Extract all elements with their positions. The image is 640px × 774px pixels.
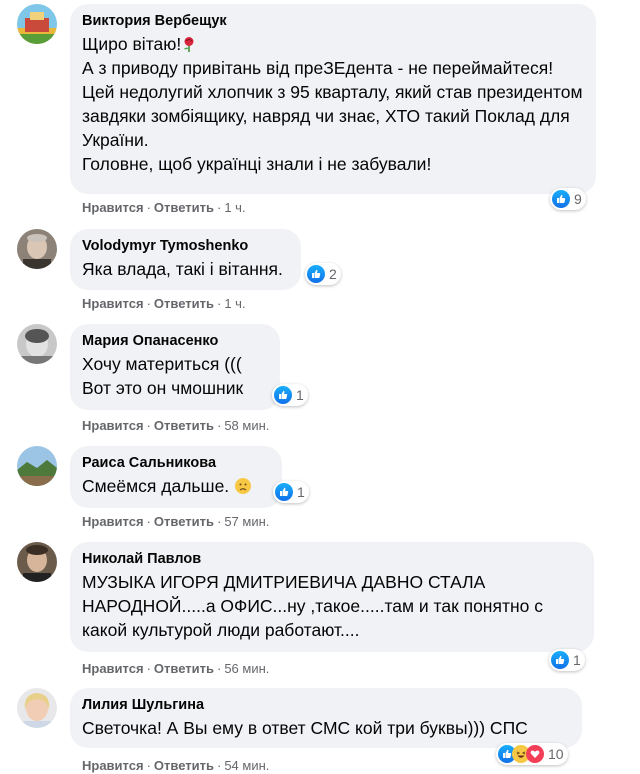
comment-bubble: Мария Опанасенко Хочу материться ((( Вот… [70,324,280,410]
comment-time[interactable]: 57 мин. [224,514,269,529]
comment-text: Светочка! А Вы ему в ответ СМС кой три б… [82,718,528,738]
avatar[interactable] [17,688,57,728]
like-icon [274,386,292,404]
comment-time[interactable]: 56 мин. [224,661,269,676]
comment-bubble: Лилия Шульгина Светочка! А Вы ему в отве… [70,688,582,748]
reaction-count[interactable]: 1 [273,481,309,503]
like-link[interactable]: Нравится [82,296,144,311]
avatar-image-icon [17,4,57,44]
reaction-count[interactable]: 1 [272,384,308,406]
comment-bubble: Николай Павлов МУЗЫКА ИГОРЯ ДМИТРИЕВИЧА … [70,542,594,652]
comment-actions: Нравится · Ответить · 58 мин. [82,418,270,433]
comment-text: Хочу материться ((( Вот это он чмошник [82,354,244,398]
comment-time[interactable]: 54 мин. [224,758,269,773]
like-link[interactable]: Нравится [82,758,144,773]
comment-text: Смеёмся дальше. [82,474,270,498]
like-icon [307,265,325,283]
avatar-image-icon [17,542,57,582]
comment-author[interactable]: Виктория Вербещук [82,12,584,30]
like-link[interactable]: Нравится [82,418,144,433]
like-icon [552,190,570,208]
reply-link[interactable]: Ответить [154,296,214,311]
comment-bubble: Volodymyr Tymoshenko Яка влада, такі і в… [70,229,301,290]
reaction-count[interactable]: 10 [496,743,568,765]
avatar[interactable] [17,229,57,269]
comment-author[interactable]: Volodymyr Tymoshenko [82,237,289,255]
comment-time[interactable]: 58 мин. [224,418,269,433]
reaction-count[interactable]: 9 [550,188,586,210]
comment-actions: Нравится · Ответить · 1 ч. [82,296,246,311]
reply-link[interactable]: Ответить [154,418,214,433]
avatar[interactable] [17,4,57,44]
avatar-image-icon [17,229,57,269]
avatar-image-icon [17,688,57,728]
comment-author[interactable]: Мария Опанасенко [82,332,268,350]
comment-author[interactable]: Николай Павлов [82,550,582,568]
avatar[interactable] [17,446,57,486]
comment-text: Щиро вітаю! А з приводу привітань від пре… [82,34,583,174]
comment-time[interactable]: 1 ч. [224,200,245,215]
comment-actions: Нравится · Ответить · 54 мин. [82,758,270,773]
rose-emoji-icon [184,37,194,52]
like-link[interactable]: Нравится [82,200,144,215]
avatar[interactable] [17,324,57,364]
comment-text: Яка влада, такі і вітання. [82,259,283,279]
reply-link[interactable]: Ответить [154,661,214,676]
comment-actions: Нравится · Ответить · 57 мин. [82,514,270,529]
reaction-count[interactable]: 1 [549,649,585,671]
like-link[interactable]: Нравится [82,661,144,676]
comment-time[interactable]: 1 ч. [224,296,245,311]
comment-author[interactable]: Раиса Сальникова [82,454,270,472]
reply-link[interactable]: Ответить [154,514,214,529]
reply-link[interactable]: Ответить [154,200,214,215]
reply-link[interactable]: Ответить [154,758,214,773]
comment-text: МУЗЫКА ИГОРЯ ДМИТРИЕВИЧА ДАВНО СТАЛА НАР… [82,572,543,640]
avatar[interactable] [17,542,57,582]
like-icon [551,651,569,669]
avatar-image-icon [17,446,57,486]
sad-face-emoji-icon [235,478,252,494]
comment-bubble: Виктория Вербещук Щиро вітаю! А з приводу… [70,4,596,194]
love-icon [526,745,544,763]
reaction-count[interactable]: 2 [305,263,341,285]
comment-actions: Нравится · Ответить · 56 мин. [82,661,270,676]
comment-actions: Нравится · Ответить · 1 ч. [82,200,246,215]
like-link[interactable]: Нравится [82,514,144,529]
comment-author[interactable]: Лилия Шульгина [82,696,570,714]
comment-bubble: Раиса Сальникова Смеёмся дальше. [70,446,282,508]
avatar-image-icon [17,324,57,364]
like-icon [275,483,293,501]
